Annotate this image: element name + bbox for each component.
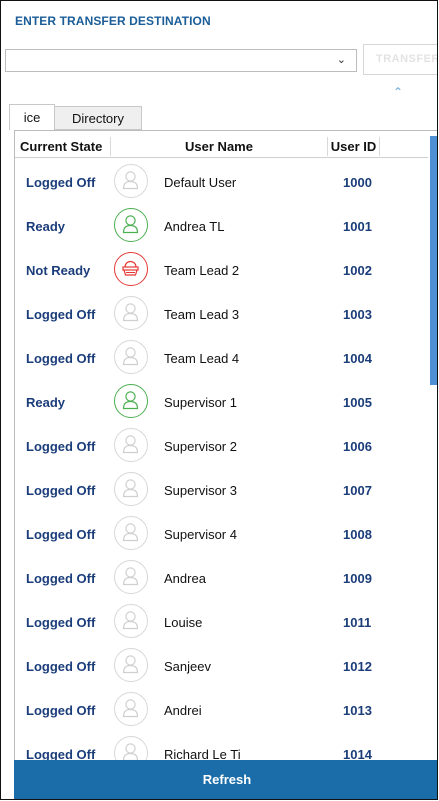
- table-row[interactable]: Logged Off Andrei 1013: [15, 688, 429, 732]
- user-name-cell: Supervisor 4: [164, 527, 237, 542]
- user-name-cell: Team Lead 2: [164, 263, 240, 278]
- current-state-cell: Logged Off: [26, 747, 96, 760]
- column-header-user-id[interactable]: User ID: [328, 137, 380, 156]
- tab-ice[interactable]: ice: [9, 104, 55, 130]
- avatar: [114, 296, 148, 330]
- user-name-cell: Supervisor 2: [164, 439, 237, 454]
- tab-directory[interactable]: Directory: [55, 106, 142, 130]
- table-row[interactable]: Logged Off Supervisor 3 1007: [15, 468, 429, 512]
- avatar: [114, 604, 148, 638]
- avatar: [114, 384, 148, 418]
- avatar: [114, 340, 148, 374]
- user-id-cell: 1003: [343, 307, 372, 322]
- current-state-cell: Logged Off: [26, 703, 96, 718]
- user-id-cell: 1008: [343, 527, 372, 542]
- current-state-cell: Logged Off: [26, 351, 96, 366]
- user-name-cell: Richard Le Ti: [164, 747, 241, 760]
- table-row[interactable]: Logged Off Louise 1011: [15, 600, 429, 644]
- user-name-cell: Supervisor 3: [164, 483, 237, 498]
- current-state-cell: Logged Off: [26, 659, 96, 674]
- table-row[interactable]: Ready Andrea TL 1001: [15, 204, 429, 248]
- table-row[interactable]: Logged Off Richard Le Ti 1014: [15, 732, 429, 760]
- user-id-cell: 1001: [343, 219, 372, 234]
- avatar: [114, 736, 148, 760]
- user-id-cell: 1009: [343, 571, 372, 586]
- table-row[interactable]: Logged Off Default User 1000: [15, 160, 429, 204]
- destination-combobox[interactable]: ⌄: [5, 49, 357, 72]
- current-state-cell: Logged Off: [26, 175, 96, 190]
- user-name-cell: Andrea: [164, 571, 206, 586]
- avatar: [114, 648, 148, 682]
- user-name-cell: Default User: [164, 175, 237, 190]
- avatar: [114, 428, 148, 462]
- current-state-cell: Not Ready: [26, 263, 91, 278]
- table-row[interactable]: Ready Supervisor 1 1005: [15, 380, 429, 424]
- current-state-cell: Ready: [26, 219, 66, 234]
- column-header-current-state[interactable]: Current State: [15, 137, 111, 156]
- panel-title: ENTER TRANSFER DESTINATION: [15, 14, 211, 28]
- chevron-down-icon[interactable]: ⌄: [337, 53, 346, 66]
- current-state-cell: Logged Off: [26, 307, 96, 322]
- table-header: Current State User Name User ID: [15, 137, 435, 158]
- user-id-cell: 1011: [343, 615, 372, 630]
- user-id-cell: 1000: [343, 175, 372, 190]
- user-name-cell: Team Lead 4: [164, 351, 240, 366]
- user-name-cell: Team Lead 3: [164, 307, 240, 322]
- user-id-cell: 1012: [343, 659, 372, 674]
- avatar: [114, 692, 148, 726]
- avatar: [114, 560, 148, 594]
- transfer-button[interactable]: TRANSFER: [363, 44, 437, 75]
- avatar: [114, 208, 148, 242]
- refresh-button[interactable]: Refresh: [14, 760, 437, 799]
- avatar: [114, 164, 148, 198]
- table-row[interactable]: Not Ready Team Lead 2 1002: [15, 248, 429, 292]
- user-id-cell: 1013: [343, 703, 372, 718]
- user-id-cell: 1002: [343, 263, 372, 278]
- table-row[interactable]: Logged Off Supervisor 4 1008: [15, 512, 429, 556]
- user-name-cell: Sanjeev: [164, 659, 211, 674]
- current-state-cell: Logged Off: [26, 439, 96, 454]
- user-name-cell: Supervisor 1: [164, 395, 237, 410]
- column-header-user-name[interactable]: User Name: [111, 137, 328, 156]
- table-row[interactable]: Logged Off Sanjeev 1012: [15, 644, 429, 688]
- user-id-cell: 1005: [343, 395, 372, 410]
- user-id-cell: 1006: [343, 439, 372, 454]
- user-name-cell: Andrei: [164, 703, 202, 718]
- table-row[interactable]: Logged Off Andrea 1009: [15, 556, 429, 600]
- user-name-cell: Louise: [164, 615, 203, 630]
- transfer-panel: ENTER TRANSFER DESTINATION ⌄ TRANSFER ⌃ …: [0, 0, 438, 800]
- current-state-cell: Ready: [26, 395, 66, 410]
- avatar: [114, 516, 148, 550]
- user-table: Current State User Name User ID Logged O…: [14, 130, 437, 760]
- table-row[interactable]: Logged Off Team Lead 4 1004: [15, 336, 429, 380]
- avatar: [114, 472, 148, 506]
- user-id-cell: 1004: [343, 351, 372, 366]
- current-state-cell: Logged Off: [26, 571, 96, 586]
- current-state-cell: Logged Off: [26, 615, 96, 630]
- current-state-cell: Logged Off: [26, 483, 96, 498]
- user-id-cell: 1007: [343, 483, 372, 498]
- scrollbar-thumb[interactable]: [430, 136, 437, 385]
- avatar: [114, 252, 148, 286]
- user-name-cell: Andrea TL: [164, 219, 225, 234]
- user-id-cell: 1014: [343, 747, 372, 760]
- current-state-cell: Logged Off: [26, 527, 96, 542]
- table-row[interactable]: Logged Off Supervisor 2 1006: [15, 424, 429, 468]
- table-row[interactable]: Logged Off Team Lead 3 1003: [15, 292, 429, 336]
- chevron-up-icon[interactable]: ⌃: [393, 85, 403, 99]
